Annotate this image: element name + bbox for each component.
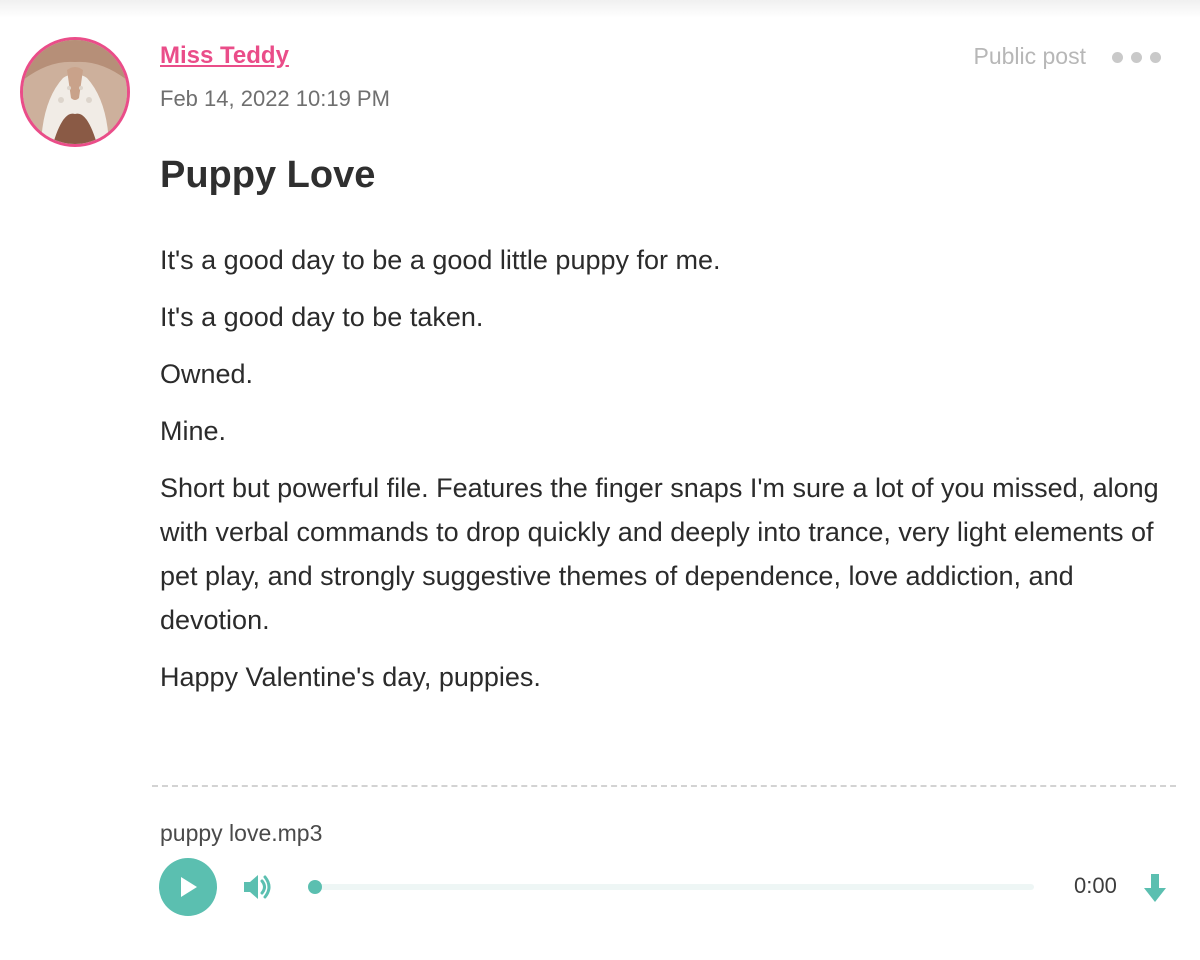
post-paragraph: Short but powerful file. Features the fi… xyxy=(160,473,1159,635)
more-dot xyxy=(1131,51,1142,63)
visibility-label: Public post xyxy=(973,43,1086,69)
post-paragraph: Mine. xyxy=(160,416,227,446)
more-options-icon[interactable] xyxy=(1112,50,1168,64)
volume-icon[interactable] xyxy=(240,870,274,904)
play-icon xyxy=(181,877,197,897)
progress-track[interactable] xyxy=(310,884,1034,890)
play-button[interactable] xyxy=(159,858,217,916)
author-link[interactable]: Miss Teddy xyxy=(160,42,289,70)
post-timestamp: Feb 14, 2022 10:19 PM xyxy=(160,86,390,111)
post-paragraph: Happy Valentine's day, puppies. xyxy=(160,662,541,692)
audio-filename: puppy love.mp3 xyxy=(160,820,323,846)
more-dot xyxy=(1150,51,1161,63)
download-icon[interactable] xyxy=(1142,872,1168,904)
post-paragraph: It's a good day to be taken. xyxy=(160,302,484,332)
attachment-divider xyxy=(152,785,1176,787)
audio-time: 0:00 xyxy=(1074,873,1117,898)
post-paragraph: Owned. xyxy=(160,359,254,389)
top-shadow xyxy=(0,0,1200,18)
progress-handle[interactable] xyxy=(308,880,322,894)
post-paragraph: It's a good day to be a good little pupp… xyxy=(160,245,721,275)
post-title: Puppy Love xyxy=(160,154,376,196)
more-dot xyxy=(1112,51,1123,63)
post-page: Miss Teddy Feb 14, 2022 10:19 PM Public … xyxy=(0,0,1200,960)
avatar[interactable] xyxy=(20,37,130,147)
post-body: It's a good day to be a good little pupp… xyxy=(160,238,1170,712)
